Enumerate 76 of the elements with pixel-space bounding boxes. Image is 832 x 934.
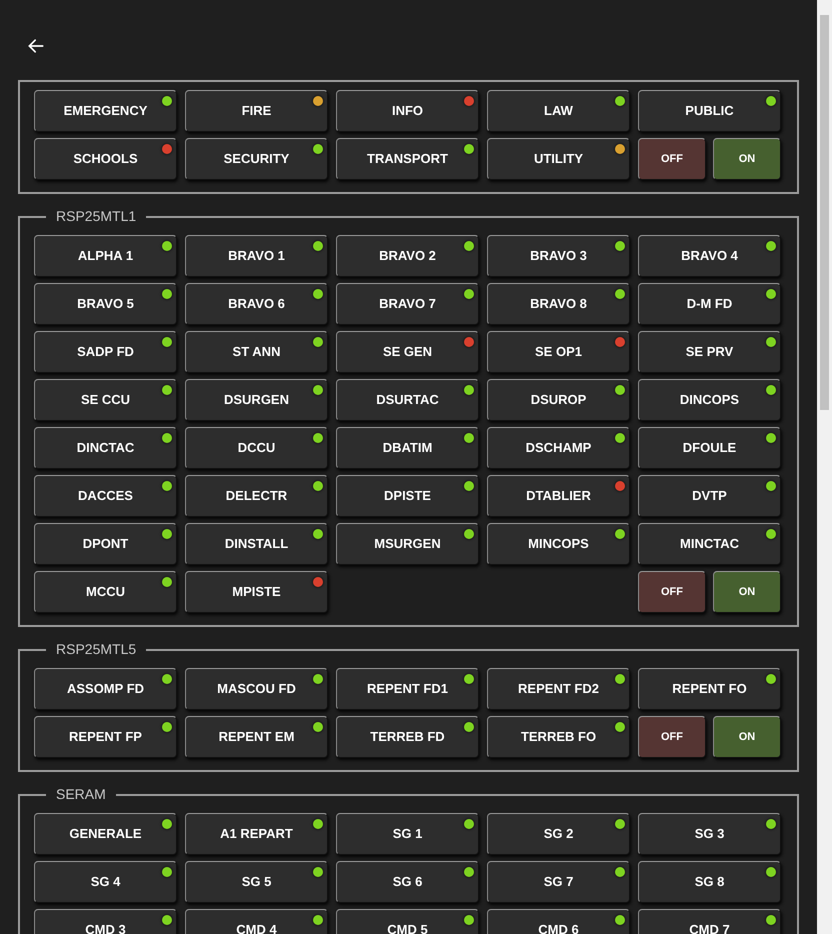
channel-button[interactable]: BRAVO 5	[34, 283, 177, 325]
channel-button[interactable]: REPENT EM	[185, 716, 328, 758]
channel-button[interactable]: EMERGENCY	[34, 90, 177, 132]
off-button[interactable]: OFF	[638, 571, 706, 613]
channel-button[interactable]: SG 3	[638, 813, 781, 855]
channel-button[interactable]: MPISTE	[185, 571, 328, 613]
channel-button[interactable]: GENERALE	[34, 813, 177, 855]
channel-button[interactable]: SECURITY	[185, 138, 328, 180]
group-title: RSP25MTL1	[55, 207, 138, 226]
channel-button[interactable]: DINCOPS	[638, 379, 781, 421]
scrollbar-thumb[interactable]	[820, 15, 829, 410]
channel-button[interactable]: SE PRV	[638, 331, 781, 373]
channel-button[interactable]: ASSOMP FD	[34, 668, 177, 710]
channel-button[interactable]: SG 7	[487, 861, 630, 903]
channel-button[interactable]: DELECTR	[185, 475, 328, 517]
channel-button[interactable]: SG 4	[34, 861, 177, 903]
channel-button[interactable]: DINCTAC	[34, 427, 177, 469]
channel-button[interactable]: SG 6	[336, 861, 479, 903]
channel-button[interactable]: DACCES	[34, 475, 177, 517]
channel-button[interactable]: DFOULE	[638, 427, 781, 469]
channel-button[interactable]: D-M FD	[638, 283, 781, 325]
channel-button[interactable]: UTILITY	[487, 138, 630, 180]
channel-button[interactable]: MSURGEN	[336, 523, 479, 565]
channel-button[interactable]: REPENT FP	[34, 716, 177, 758]
channel-button[interactable]: BRAVO 3	[487, 235, 630, 277]
channel-button[interactable]: INFO	[336, 90, 479, 132]
channel-button[interactable]: SG 1	[336, 813, 479, 855]
channel-button[interactable]: DSURGEN	[185, 379, 328, 421]
channel-button[interactable]: BRAVO 2	[336, 235, 479, 277]
channel-button[interactable]: A1 REPART	[185, 813, 328, 855]
channel-button[interactable]: DPONT	[34, 523, 177, 565]
off-button[interactable]: OFF	[638, 138, 706, 180]
channel-button[interactable]: DPISTE	[336, 475, 479, 517]
channel-button[interactable]: REPENT FO	[638, 668, 781, 710]
off-button[interactable]: OFF	[638, 716, 706, 758]
channel-button[interactable]: REPENT FD2	[487, 668, 630, 710]
channel-button[interactable]: SG 5	[185, 861, 328, 903]
on-button[interactable]: ON	[713, 138, 781, 180]
channel-button[interactable]: REPENT FD1	[336, 668, 479, 710]
on-button[interactable]: ON	[713, 716, 781, 758]
channel-button[interactable]: ST ANN	[185, 331, 328, 373]
channel-button[interactable]: BRAVO 8	[487, 283, 630, 325]
channel-button[interactable]: BRAVO 6	[185, 283, 328, 325]
channel-button[interactable]: PUBLIC	[638, 90, 781, 132]
channel-button[interactable]: TRANSPORT	[336, 138, 479, 180]
channel-button[interactable]: MINCTAC	[638, 523, 781, 565]
channel-button[interactable]: MCCU	[34, 571, 177, 613]
channel-button[interactable]: DVTP	[638, 475, 781, 517]
channel-button[interactable]: SE CCU	[34, 379, 177, 421]
channel-button[interactable]: SE GEN	[336, 331, 479, 373]
channel-button[interactable]: TERREB FO	[487, 716, 630, 758]
channel-button[interactable]: MASCOU FD	[185, 668, 328, 710]
channel-button[interactable]: BRAVO 1	[185, 235, 328, 277]
channel-button[interactable]: SADP FD	[34, 331, 177, 373]
scrollbar[interactable]	[817, 0, 832, 934]
channel-button[interactable]: DSUROP	[487, 379, 630, 421]
channel-button[interactable]: ALPHA 1	[34, 235, 177, 277]
group-title: SERAM	[55, 785, 107, 804]
channel-button[interactable]: FIRE	[185, 90, 328, 132]
channel-button[interactable]: MINCOPS	[487, 523, 630, 565]
channel-button[interactable]: BRAVO 4	[638, 235, 781, 277]
group-title: RSP25MTL5	[55, 640, 138, 659]
channel-button[interactable]: SCHOOLS	[34, 138, 177, 180]
channel-button[interactable]: SE OP1	[487, 331, 630, 373]
channel-button[interactable]: DINSTALL	[185, 523, 328, 565]
channel-button[interactable]: DTABLIER	[487, 475, 630, 517]
channel-button[interactable]: DBATIM	[336, 427, 479, 469]
channel-button[interactable]: TERREB FD	[336, 716, 479, 758]
channel-button[interactable]: DCCU	[185, 427, 328, 469]
channel-button[interactable]: LAW	[487, 90, 630, 132]
channel-button[interactable]: DSURTAC	[336, 379, 479, 421]
channel-button[interactable]: SG 2	[487, 813, 630, 855]
channel-button[interactable]: SG 8	[638, 861, 781, 903]
channel-button[interactable]: DSCHAMP	[487, 427, 630, 469]
channel-button[interactable]: BRAVO 7	[336, 283, 479, 325]
on-button[interactable]: ON	[713, 571, 781, 613]
